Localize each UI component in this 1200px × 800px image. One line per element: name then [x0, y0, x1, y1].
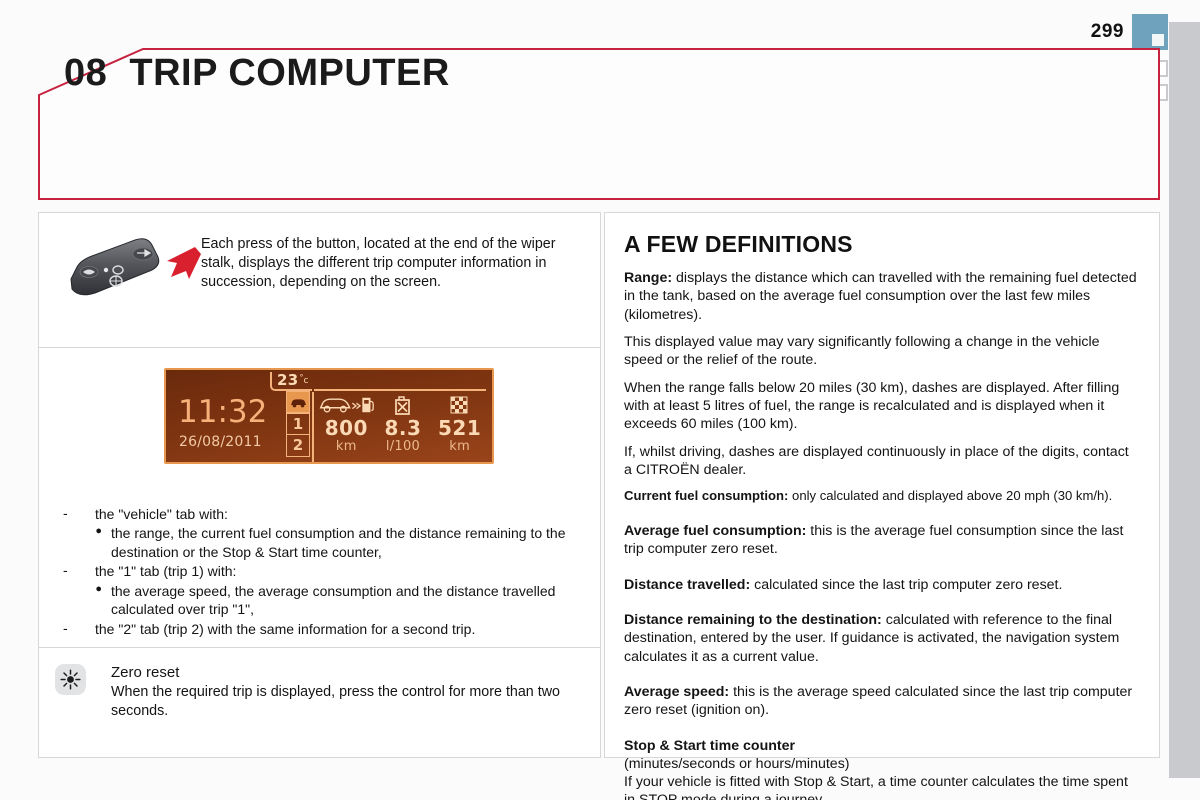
definition-term: Range: — [624, 270, 673, 286]
list-item-label: the "vehicle" tab with: — [95, 506, 228, 522]
stop-start-description: If your vehicle is fitted with Stop & St… — [624, 773, 1139, 800]
definition-body: calculated since the last trip computer … — [750, 576, 1063, 593]
screen-tab-trip1[interactable]: 1 — [286, 412, 310, 435]
wiper-stalk-illustration — [59, 227, 209, 307]
definition-distance-remaining: Distance remaining to the destination: c… — [624, 611, 1139, 666]
right-content-panel: A FEW DEFINITIONS Range: displays the di… — [604, 212, 1160, 800]
list-marker: - — [63, 619, 68, 636]
screen-cell-range: 800 km — [318, 392, 375, 454]
temperature-readout: 23 ° c — [270, 371, 313, 391]
screen-data-cells: 800 km 8.3 l/100 521 km — [318, 392, 488, 454]
definition-current-fuel-consumption: Current fuel consumption: only calculate… — [624, 488, 1139, 505]
definition-average-fuel-consumption: Average fuel consumption: this is the av… — [624, 522, 1139, 559]
temperature-value: 23 — [277, 371, 299, 389]
list-item-label: the "1" tab (trip 1) with: — [95, 563, 237, 580]
definition-term: Stop & Start time counter — [624, 737, 796, 754]
list-item: ● the range, the current fuel consumptio… — [55, 524, 584, 561]
stop-start-units: (minutes/seconds or hours/minutes) — [624, 755, 1139, 773]
trip-computer-display: 23 ° c 11:32 26/08/2011 1 2 800 km 8.3 l… — [164, 368, 494, 464]
list-marker: ● — [95, 582, 102, 595]
car-icon — [290, 398, 306, 407]
definition-average-speed: Average speed: this is the average speed… — [624, 683, 1139, 720]
screen-date: 26/08/2011 — [179, 434, 262, 450]
chapter-tab-outline-2 — [1151, 84, 1168, 101]
left-content-panel: Each press of the button, located at the… — [38, 212, 601, 758]
list-item: ● the average speed, the average consump… — [55, 582, 584, 619]
list-item: - the "2" tab (trip 2) with the same inf… — [55, 620, 584, 638]
definition-term: Average speed: — [624, 683, 730, 700]
definition-range: Range: displays the distance which can t… — [624, 269, 1139, 324]
fuel-can-cross-icon — [375, 392, 431, 418]
list-item-label: the "2" tab (trip 2) with the same infor… — [95, 620, 476, 637]
range-unit: km — [335, 439, 357, 454]
list-item: - the "vehicle" tab with: — [55, 505, 584, 523]
screen-cell-consumption: 8.3 l/100 — [375, 392, 431, 454]
definition-body: (minutes/seconds or hours/minutes) — [624, 755, 850, 772]
definition-range-note2: When the range falls below 20 miles (30 … — [624, 379, 1139, 434]
zero-reset-section: Zero reset When the required trip is dis… — [39, 648, 600, 721]
trip-computer-screen-section: 23 ° c 11:32 26/08/2011 1 2 800 km 8.3 l… — [39, 348, 600, 491]
definition-body: This displayed value may vary significan… — [624, 333, 1100, 369]
page-number: 299 — [1090, 21, 1124, 42]
chapter-tab-marker — [1132, 14, 1168, 50]
chapter-number: 08 — [64, 52, 108, 94]
definition-distance-travelled: Distance travelled: calculated since the… — [624, 576, 1139, 594]
definition-range-note1: This displayed value may vary significan… — [624, 333, 1139, 370]
list-item: - the "1" tab (trip 1) with: — [55, 562, 584, 580]
intro-section: Each press of the button, located at the… — [39, 213, 600, 347]
chapter-tab-outline-1 — [1151, 60, 1168, 77]
definition-body: displays the distance which can travelle… — [624, 270, 1137, 323]
list-marker: ● — [95, 525, 102, 538]
tab-marker-inner-square — [1152, 34, 1164, 46]
definition-term: Distance remaining to the destination: — [624, 611, 882, 628]
list-marker: - — [63, 562, 68, 579]
screen-top-rule — [314, 389, 486, 391]
tab-description-list: - the "vehicle" tab with: ● the range, t… — [39, 491, 600, 647]
distance-unit: km — [449, 439, 471, 454]
checkered-flag-icon — [432, 392, 488, 418]
manual-page: 299 08 TRIP COMPUTER Each press of the b… — [0, 0, 1200, 800]
car-to-fuel-pump-icon — [318, 392, 375, 418]
definitions-heading: A FEW DEFINITIONS — [624, 231, 853, 257]
zero-reset-text: When the required trip is displayed, pre… — [111, 684, 560, 719]
screen-tab-vehicle[interactable] — [286, 390, 310, 414]
consumption-value: 8.3 — [384, 416, 422, 440]
screen-cell-distance: 521 km — [432, 392, 488, 454]
definition-term: Current fuel consumption: — [624, 488, 789, 504]
definition-body: If your vehicle is fitted with Stop & St… — [624, 774, 1128, 800]
screen-clock: 11:32 — [178, 394, 268, 430]
definition-term: Distance travelled: — [624, 576, 751, 593]
intro-text: Each press of the button, located at the… — [201, 236, 556, 290]
screen-tab-strip: 1 2 — [286, 390, 310, 457]
temperature-unit: c — [303, 376, 309, 386]
chapter-title: TRIP COMPUTER — [129, 52, 450, 94]
list-marker: - — [63, 505, 68, 521]
definition-body: If, whilst driving, dashes are displayed… — [624, 443, 1129, 478]
definition-body: When the range falls below 20 miles (30 … — [624, 379, 1120, 433]
starburst-icon — [55, 664, 86, 695]
zero-reset-title: Zero reset — [111, 664, 180, 681]
consumption-unit: l/100 — [385, 439, 421, 454]
distance-value: 521 — [438, 416, 482, 440]
range-value: 800 — [324, 416, 368, 440]
screen-tab-trip2[interactable]: 2 — [286, 433, 310, 457]
list-item-label: the range, the current fuel consumption … — [111, 525, 566, 560]
definition-stop-start-heading: Stop & Start time counter — [624, 737, 1139, 755]
definition-range-note3: If, whilst driving, dashes are displayed… — [624, 443, 1139, 480]
definition-body: only calculated and displayed above 20 m… — [788, 488, 1113, 504]
screen-vertical-rule — [312, 392, 314, 462]
right-margin-bar — [1169, 22, 1200, 778]
page-title: 08 TRIP COMPUTER — [64, 52, 450, 95]
definition-term: Average fuel consumption: — [624, 523, 807, 540]
list-item-label: the average speed, the average consumpti… — [111, 582, 556, 618]
